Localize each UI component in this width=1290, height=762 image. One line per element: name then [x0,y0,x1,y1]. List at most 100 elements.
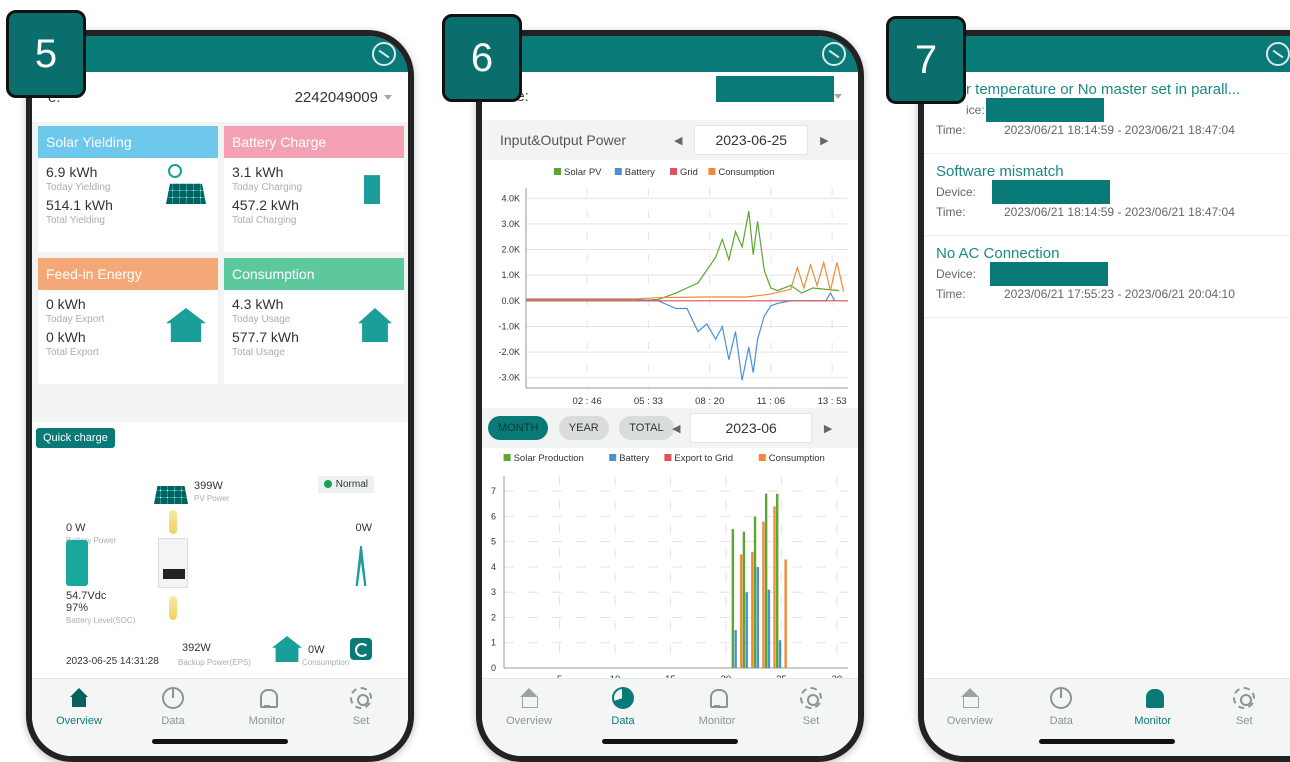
redacted-device-id [990,262,1108,286]
tab-data[interactable]: Data [1031,687,1091,756]
y-tick-label: 4.0K [501,193,520,203]
top-bar [482,36,858,72]
tab-label: Overview [506,715,552,727]
legend-label: Consumption [769,453,825,464]
card-feed-in-energy[interactable]: Feed-in Energy 0 kWh Today Export 0 kWh … [38,258,218,384]
prev-month-icon[interactable]: ◀ [672,422,680,435]
tab-label: Overview [946,715,993,727]
sun-icon [168,164,182,178]
year-pill[interactable]: YEAR [558,416,609,440]
inverter-icon [158,538,188,588]
next-month-icon[interactable]: ▶ [824,422,832,435]
card-battery-charge[interactable]: Battery Charge 3.1 kWh Today Charging 45… [224,126,404,252]
redacted-device-id [716,76,834,102]
chevron-down-icon[interactable] [834,93,842,99]
total-charging-label: Total Charging [232,215,297,226]
tab-set[interactable]: Set [331,687,391,756]
next-day-icon[interactable]: ▶ [820,134,828,147]
tab-bar: Overview Data Monitor Set [482,678,858,756]
tab-label: Monitor [698,715,736,727]
card-title: Feed-in Energy [38,258,218,290]
redacted-device-id [986,98,1104,122]
prev-day-icon[interactable]: ◀ [674,134,682,147]
grid-tower-icon [355,546,367,586]
profile-icon[interactable] [372,42,396,66]
battery-voltage: 54.7Vdc [66,590,107,602]
chart1-header: Input&Output Power ◀ 2023-06-25 ▶ [482,120,858,160]
card-title: Consumption [224,258,404,290]
tab-monitor[interactable]: Monitor [1123,687,1183,756]
legend-swatch [664,454,672,461]
bar-consumption [762,521,765,668]
tab-overview[interactable]: Overview [940,687,1000,756]
time-label: Time: [936,287,966,301]
quick-charge-button[interactable]: Quick charge [36,428,115,448]
card-solar-yielding[interactable]: Solar Yielding 6.9 kWh Today Yielding 51… [38,126,218,252]
card-title: Battery Charge [224,126,404,158]
tab-set[interactable]: Set [1214,687,1274,756]
y-tick-label: 1 [491,638,496,648]
series-line-solar-pv [526,210,840,302]
tab-overview[interactable]: Overview [49,687,109,756]
y-tick-label: 2 [491,612,496,622]
step-badge-7: 7 [886,16,966,104]
flow-indicator [169,596,177,620]
battery-soc: 97% [66,602,89,614]
card-consumption[interactable]: Consumption 4.3 kWh Today Usage 577.7 kW… [224,258,404,384]
alarm-time: 2023/06/21 18:14:59 - 2023/06/21 18:47:0… [1004,123,1235,137]
data-screen: vice: Input&Output Power ◀ 2023-06-25 ▶ … [482,36,858,756]
alarm-item[interactable]: r temperature or No master set in parall… [924,72,1290,154]
phone-overview: e: 2242049009 Solar Yielding 6.9 kWh Tod… [26,30,414,762]
pie-chart-icon [162,687,184,709]
device-selector[interactable]: e: 2242049009 [32,72,408,122]
legend-label: Battery [625,167,655,178]
card-title: Solar Yielding [38,126,218,158]
total-pill[interactable]: TOTAL [619,416,674,440]
top-bar [32,36,408,72]
phone-monitor: r temperature or No master set in parall… [918,30,1290,762]
legend-label: Grid [680,167,698,178]
x-tick-label: 11 : 06 [757,396,785,407]
y-tick-label: -2.0K [498,347,520,357]
y-tick-label: 5 [491,537,496,547]
device-value[interactable]: 2242049009 [295,89,378,106]
bar-consumption [784,559,787,668]
step-badge-5: 5 [6,10,86,98]
refresh-button[interactable] [350,638,372,660]
overview-screen: e: 2242049009 Solar Yielding 6.9 kWh Tod… [32,36,408,756]
eps-value: 392W [182,642,211,654]
y-tick-label: 0 [491,663,496,673]
gear-icon [800,687,822,709]
device-label: Device: [936,185,977,199]
consumption-house-icon [272,636,302,662]
tab-monitor[interactable]: Monitor [687,687,747,756]
home-indicator [1039,739,1175,744]
today-usage-value: 4.3 kWh [232,296,284,312]
chevron-down-icon[interactable] [384,94,392,100]
home-icon [68,687,90,709]
tab-label: Monitor [1134,715,1172,727]
grid-value: 0W [355,522,373,534]
alarm-title: No AC Connection [936,245,1060,262]
y-tick-label: 3 [491,587,496,597]
legend-swatch [614,168,622,175]
tab-data[interactable]: Data [593,687,653,756]
tab-overview[interactable]: Overview [499,687,559,756]
y-tick-label: 6 [491,511,496,521]
home-icon [518,687,540,709]
eps-label: Backup Power(EPS) [178,658,251,667]
tab-data[interactable]: Data [143,687,203,756]
chart1-date-picker[interactable]: 2023-06-25 [694,125,809,155]
month-pill[interactable]: MONTH [488,416,549,440]
profile-icon[interactable] [822,42,846,66]
profile-icon[interactable] [1266,42,1290,66]
x-tick-label: 13 : 53 [818,396,847,407]
tab-monitor[interactable]: Monitor [237,687,297,756]
chart2-date-picker[interactable]: 2023-06 [690,413,812,443]
legend-swatch [503,454,511,461]
battery-power-value: 0 W [66,522,86,534]
flow-indicator [169,510,177,534]
home-indicator [152,739,288,744]
y-tick-label: 2.0K [501,245,520,255]
tab-set[interactable]: Set [781,687,841,756]
